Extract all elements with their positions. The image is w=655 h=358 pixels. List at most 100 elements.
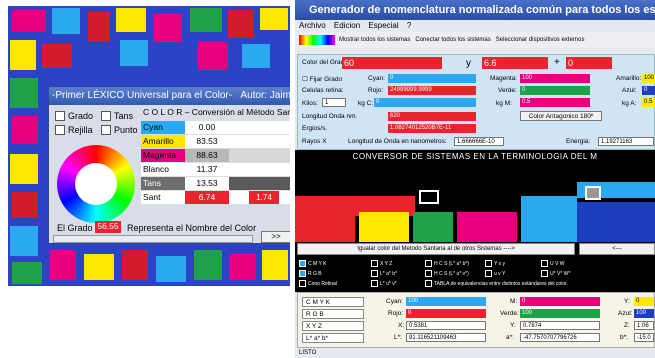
- longitud-field[interactable]: 620: [388, 112, 476, 121]
- mosaic-square: [12, 116, 38, 144]
- bot-verde-field[interactable]: 100: [520, 309, 600, 318]
- mosaic-square: [50, 250, 76, 280]
- system-xyz[interactable]: X Y Z: [371, 260, 392, 267]
- bot-azul-field[interactable]: 100: [634, 309, 654, 318]
- toolbar: Mostrar todos los sistemas Conectar todo…: [295, 32, 655, 48]
- checkbox-punto[interactable]: Punto: [101, 125, 138, 135]
- row-label-xyz: X Y Z: [302, 321, 364, 331]
- next-button[interactable]: >>: [261, 231, 290, 243]
- mosaic-square: [122, 250, 148, 280]
- kgm-field[interactable]: 0.5: [520, 98, 590, 107]
- ergios-field[interactable]: 1.08274012520B7E-11: [388, 124, 476, 133]
- mosaic-square: [84, 254, 114, 280]
- row-label-rgb: R G B: [302, 309, 364, 319]
- menu-especial[interactable]: Especial: [368, 21, 398, 30]
- color-row-cyan: Cyan 0.00: [141, 121, 290, 134]
- system-cono-retinal[interactable]: Cono Retinal: [299, 280, 337, 287]
- igualar-button[interactable]: Igualar color del Metodo Santana al de o…: [297, 243, 575, 255]
- y-field[interactable]: 6.6: [482, 57, 548, 69]
- bot-yy-field[interactable]: 0.7874: [520, 321, 600, 330]
- color-row-amarillo: Amarillo 83.53: [141, 135, 290, 148]
- system-uvy[interactable]: u v Y: [485, 270, 505, 277]
- onda-metros-field[interactable]: 1.666666E-10: [454, 137, 504, 146]
- bot-x-field[interactable]: 0.5381: [406, 321, 486, 330]
- antagonico-button[interactable]: Color Antagonico 180º: [520, 111, 602, 121]
- energia-field[interactable]: 1.19271163: [598, 137, 654, 146]
- kga-label: kg A:: [622, 100, 637, 107]
- azul-field[interactable]: 0: [642, 86, 655, 95]
- lexico-title: -Primer LÉXICO Universal para el Color-: [52, 90, 233, 101]
- window-title: Generador de nomenclatura normalizada co…: [295, 0, 655, 20]
- mosaic-square: [12, 192, 38, 218]
- bot-l-field[interactable]: 91.116521109463: [406, 333, 486, 342]
- tb-select-devices[interactable]: Seleccionar dispositivos externos: [496, 37, 585, 43]
- bot-rojo-field[interactable]: 0: [406, 309, 486, 318]
- system-lab[interactable]: L* a* b*: [371, 270, 397, 277]
- fijar-grado-checkbox[interactable]: ☐ Fijar Grado: [302, 75, 342, 83]
- mosaic-square: [260, 8, 288, 30]
- bot-z-field[interactable]: 1.06: [634, 321, 654, 330]
- checkbox-rejilla[interactable]: Rejilla: [55, 125, 93, 135]
- lexico-title-bar: -Primer LÉXICO Universal para el Color- …: [49, 87, 290, 105]
- menu-archivo[interactable]: Archivo: [299, 21, 326, 30]
- cyan-field[interactable]: 0: [388, 74, 476, 83]
- grey-swatch: [585, 186, 601, 200]
- conversor-banner: CONVERSOR DE SISTEMAS EN LA TERMINOLOGIA…: [295, 150, 655, 172]
- bot-l-label: L*:: [394, 334, 402, 341]
- tb-connect-all[interactable]: Conectar todos los sistemas: [415, 37, 490, 43]
- checkbox-grado[interactable]: Grado: [55, 111, 93, 121]
- checkbox-tans[interactable]: Tans: [101, 111, 133, 121]
- system-cmyk[interactable]: C M Y K: [299, 260, 326, 267]
- generador-window: Generador de nomenclatura normalizada co…: [295, 0, 655, 358]
- magenta-label: Magenta:: [490, 75, 518, 82]
- bot-m-field[interactable]: 0: [520, 297, 600, 306]
- kgc-field[interactable]: 0: [374, 98, 476, 107]
- color-row-magenta: Magenta 88.63: [141, 149, 290, 162]
- row-label-cmyk: C M Y K: [302, 297, 364, 307]
- horizontal-scrollbar[interactable]: [53, 235, 253, 243]
- bot-b-field[interactable]: -15.0: [634, 333, 654, 342]
- verde-field[interactable]: 0: [520, 86, 590, 95]
- reverse-button[interactable]: <---: [579, 243, 655, 255]
- system-luv[interactable]: L* u* v*: [371, 280, 397, 287]
- amarillo-field[interactable]: 100: [642, 74, 655, 83]
- bot-y-field[interactable]: 0: [634, 297, 654, 306]
- color-wheel[interactable]: [57, 145, 135, 223]
- mosaic-square: [10, 78, 38, 108]
- plus-field[interactable]: 0: [566, 57, 612, 69]
- menu-edicion[interactable]: Edicion: [334, 21, 360, 30]
- grado-description: Representa el Nombre del Color: [127, 223, 257, 233]
- bot-a-field[interactable]: -47.7570707796726: [520, 333, 600, 342]
- system-yxy[interactable]: Y x y: [485, 260, 505, 267]
- kga-field[interactable]: 0.5: [642, 98, 655, 107]
- mosaic-square: [116, 8, 146, 32]
- system-uvw[interactable]: U V W: [541, 260, 564, 267]
- button-row: Igualar color del Metodo Santana al de o…: [295, 242, 655, 256]
- system-rgb[interactable]: R G B: [299, 270, 322, 277]
- color-block-green: [413, 212, 453, 242]
- bot-cyan-field[interactable]: 100: [406, 297, 486, 306]
- mosaic-square: [242, 44, 270, 68]
- color-grado-field[interactable]: 60: [342, 57, 442, 69]
- system-hcs-lab[interactable]: H C S (L* a* b*): [425, 260, 469, 267]
- system-tabla[interactable]: TABLA de equivalencias entre distintos e…: [425, 280, 568, 287]
- palette-icon[interactable]: [299, 35, 335, 45]
- bot-rojo-label: Rojo:: [388, 310, 404, 317]
- mosaic-background: -Primer LÉXICO Universal para el Color- …: [8, 6, 290, 286]
- bot-azul-label: Azul:: [618, 310, 633, 317]
- energia-label: Energia:: [566, 138, 591, 145]
- rayos-label: Rayos X: [302, 138, 327, 145]
- color-block-red-low: [295, 216, 355, 242]
- menu-help[interactable]: ?: [407, 21, 411, 30]
- kilos-field[interactable]: 1: [322, 98, 346, 107]
- color-row-blanco: Blanco 11.37: [141, 163, 290, 176]
- rojo-field[interactable]: 24999999.9999: [388, 86, 476, 95]
- system-hcs-luv[interactable]: H C S (L* u* v*): [425, 270, 469, 277]
- tb-show-all[interactable]: Mostrar todos los sistemas: [339, 37, 410, 43]
- magenta-field[interactable]: 100: [520, 74, 590, 83]
- control-panel: Color del Grado: 60 y 6.6 + 0 ☐ Fijar Gr…: [297, 54, 655, 150]
- mosaic-square: [228, 10, 254, 38]
- mosaic-square: [10, 226, 38, 256]
- system-uvw-star[interactable]: U* V* W*: [541, 270, 570, 277]
- plus-label: +: [554, 57, 560, 68]
